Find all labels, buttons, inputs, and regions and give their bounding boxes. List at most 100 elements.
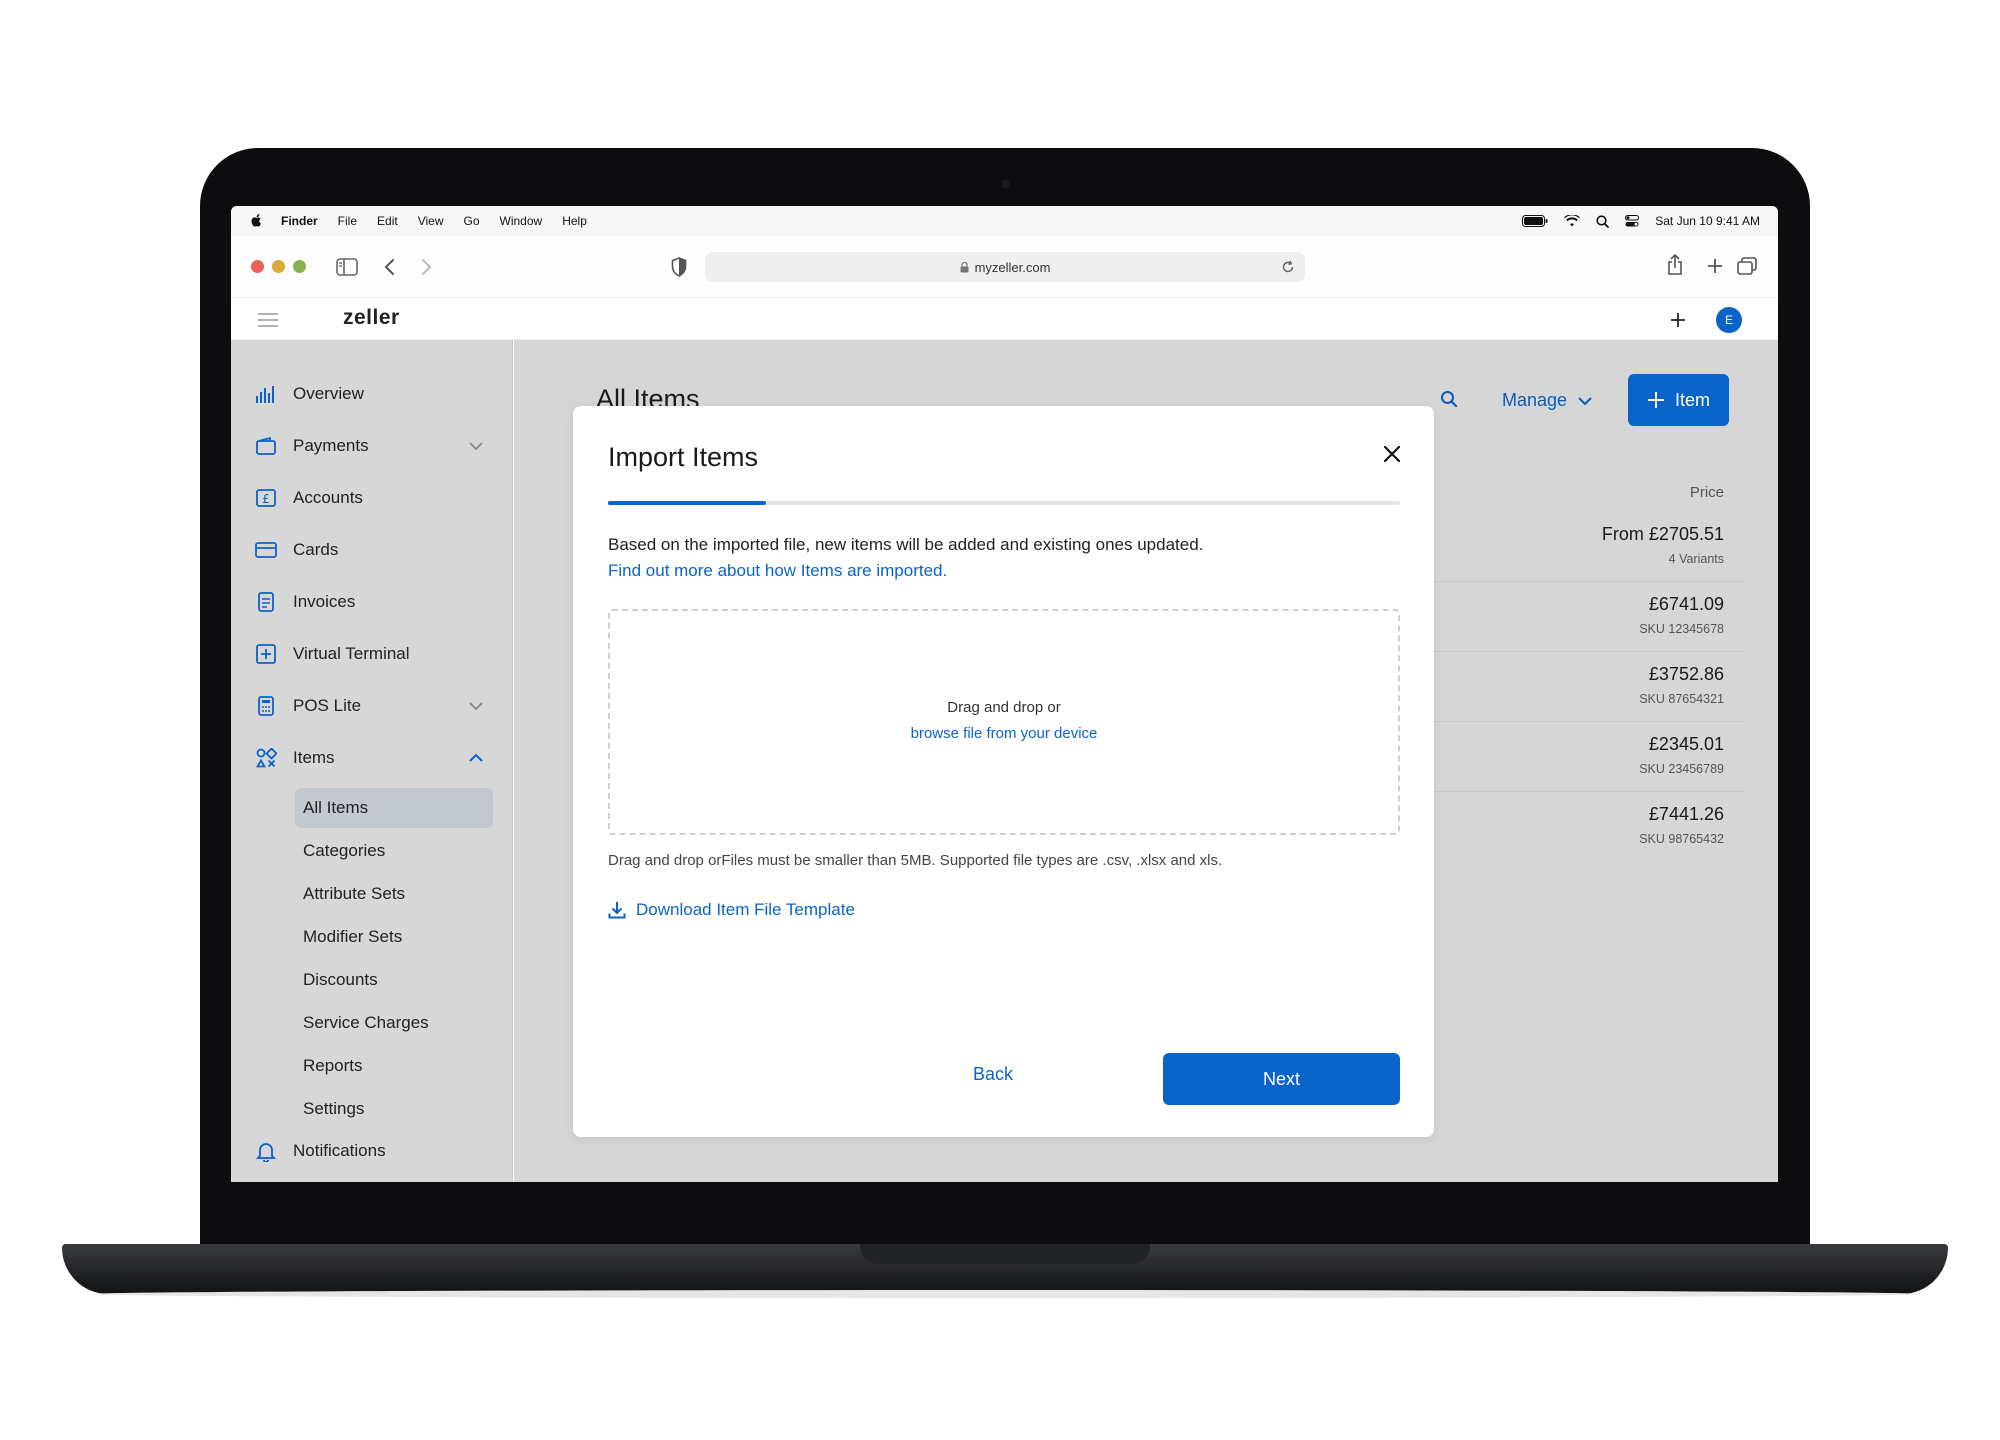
sidebar-item-label: Notifications [293, 1141, 386, 1160]
manage-dropdown[interactable]: Manage [1502, 390, 1593, 411]
browse-file-link[interactable]: browse file from your device [610, 725, 1398, 742]
back-button[interactable]: Back [973, 1064, 1013, 1085]
sidebar-subitem-all-items[interactable]: All Items [295, 788, 493, 828]
sidebar-item-overview[interactable]: Overview [255, 379, 495, 409]
forward-arrow-icon[interactable] [421, 258, 433, 276]
sidebar-subitem-reports[interactable]: Reports [295, 1046, 493, 1086]
spotlight-search-icon[interactable] [1596, 214, 1610, 228]
privacy-shield-icon[interactable] [671, 257, 687, 277]
sidebar-item-label: Overview [293, 384, 364, 403]
menu-view[interactable]: View [418, 214, 444, 228]
sidebar-item-virtual-terminal[interactable]: Virtual Terminal [255, 639, 495, 669]
chevron-down-icon[interactable] [467, 437, 485, 455]
tab-overview-icon[interactable] [1737, 257, 1757, 275]
camera [1002, 180, 1010, 188]
chevron-down-icon [1578, 396, 1592, 405]
modal-description: Based on the imported file, new items wi… [608, 532, 1208, 584]
sidebar-item-label: Cards [293, 540, 339, 559]
menu-app-name[interactable]: Finder [281, 214, 318, 228]
user-avatar[interactable]: E [1716, 307, 1742, 333]
item-price: £7441.26 [1648, 804, 1724, 824]
reload-icon[interactable] [1281, 260, 1295, 274]
menu-file[interactable]: File [338, 214, 357, 228]
table-row[interactable]: £6741.09 SKU 12345678 [1414, 582, 1744, 652]
sidebar-subitem-discounts[interactable]: Discounts [295, 960, 493, 1000]
wallet-icon [255, 435, 277, 457]
share-icon[interactable] [1666, 254, 1684, 276]
add-icon[interactable] [1670, 312, 1686, 328]
step-progress-fill [608, 501, 767, 505]
window-controls [251, 260, 306, 273]
sidebar-item-accounts[interactable]: £ Accounts [255, 483, 495, 513]
sidebar-toggle-icon[interactable] [336, 258, 358, 276]
table-row[interactable]: From £2705.51 4 Variants [1414, 512, 1744, 582]
add-item-button[interactable]: Item [1628, 374, 1729, 426]
download-icon [608, 902, 626, 919]
card-icon [255, 539, 277, 561]
menu-help[interactable]: Help [562, 214, 587, 228]
sidebar-subitem-attribute-sets[interactable]: Attribute Sets [295, 874, 493, 914]
menubar-clock[interactable]: Sat Jun 10 9:41 AM [1655, 214, 1760, 228]
next-button[interactable]: Next [1163, 1053, 1400, 1105]
bell-icon [255, 1140, 277, 1162]
sidebar-item-payments[interactable]: Payments [255, 431, 495, 461]
zeller-logo[interactable]: zeller [343, 306, 400, 330]
control-center-icon[interactable] [1625, 215, 1640, 227]
laptop-notch [860, 1244, 1150, 1264]
price-column-header: Price [1689, 484, 1724, 501]
sidebar-item-pos-lite[interactable]: POS Lite [255, 691, 495, 721]
sidebar-item-label: Payments [293, 436, 369, 455]
sidebar-subitem-service-charges[interactable]: Service Charges [295, 1003, 493, 1043]
step-progress-bar [608, 501, 1400, 505]
sidebar-subitem-settings[interactable]: Settings [295, 1089, 493, 1129]
learn-more-link[interactable]: Find out more about how Items are import… [608, 561, 947, 580]
sidebar-item-cards[interactable]: Cards [255, 535, 495, 565]
sidebar-subitem-categories[interactable]: Categories [295, 831, 493, 871]
menubar-status-area: Sat Jun 10 9:41 AM [1522, 214, 1760, 228]
menu-edit[interactable]: Edit [377, 214, 398, 228]
sidebar-item-invoices[interactable]: Invoices [255, 587, 495, 617]
lock-icon [960, 261, 969, 272]
menu-window[interactable]: Window [500, 214, 543, 228]
table-row[interactable]: £7441.26 SKU 98765432 [1414, 792, 1744, 862]
apple-icon[interactable] [249, 214, 263, 228]
sidebar-subitem-modifier-sets[interactable]: Modifier Sets [295, 917, 493, 957]
zoom-window-button[interactable] [293, 260, 306, 273]
calculator-icon [255, 695, 277, 717]
sidebar-item-items[interactable]: Items [255, 743, 495, 773]
item-price: £6741.09 [1648, 594, 1724, 614]
add-item-label: Item [1674, 389, 1710, 410]
battery-icon[interactable] [1522, 215, 1548, 227]
minimize-window-button[interactable] [272, 260, 285, 273]
table-row[interactable]: £3752.86 SKU 87654321 [1414, 652, 1744, 722]
table-row[interactable]: £2345.01 SKU 23456789 [1414, 722, 1744, 792]
svg-text:£: £ [262, 492, 270, 506]
wifi-icon[interactable] [1564, 215, 1581, 227]
file-dropzone[interactable]: Drag and drop or browse file from your d… [608, 609, 1400, 835]
import-items-modal: Import Items Based on the imported file,… [573, 406, 1434, 1137]
sidebar-item-label: POS Lite [293, 696, 362, 715]
modal-title: Import Items [608, 442, 759, 472]
dropzone-text: Drag and drop or [947, 699, 1061, 716]
item-price: From £2705.51 [1601, 524, 1724, 544]
item-sub: SKU 87654321 [1639, 692, 1724, 706]
hamburger-menu-icon[interactable] [257, 312, 279, 328]
sidebar-item-label: Invoices [293, 592, 356, 611]
sidebar: Overview Payments £ Accounts Cards Invoi… [231, 340, 513, 1182]
new-tab-icon[interactable] [1707, 258, 1723, 274]
file-requirements-text: Drag and drop orFiles must be smaller th… [608, 852, 1223, 869]
mac-menubar: Finder File Edit View Go Window Help Sat… [231, 206, 1778, 236]
back-arrow-icon[interactable] [383, 258, 395, 276]
chevron-up-icon[interactable] [467, 749, 485, 767]
close-window-button[interactable] [251, 260, 264, 273]
download-template-link[interactable]: Download Item File Template [608, 900, 855, 920]
menu-go[interactable]: Go [464, 214, 480, 228]
sidebar-item-label: Accounts [293, 488, 363, 507]
close-icon[interactable] [1380, 442, 1404, 466]
address-bar[interactable]: myzeller.com [705, 252, 1305, 282]
sidebar-item-notifications[interactable]: Notifications [255, 1136, 495, 1166]
pound-icon: £ [255, 487, 277, 509]
shapes-icon [255, 747, 277, 769]
search-icon[interactable] [1440, 390, 1458, 408]
chevron-down-icon[interactable] [467, 697, 485, 715]
